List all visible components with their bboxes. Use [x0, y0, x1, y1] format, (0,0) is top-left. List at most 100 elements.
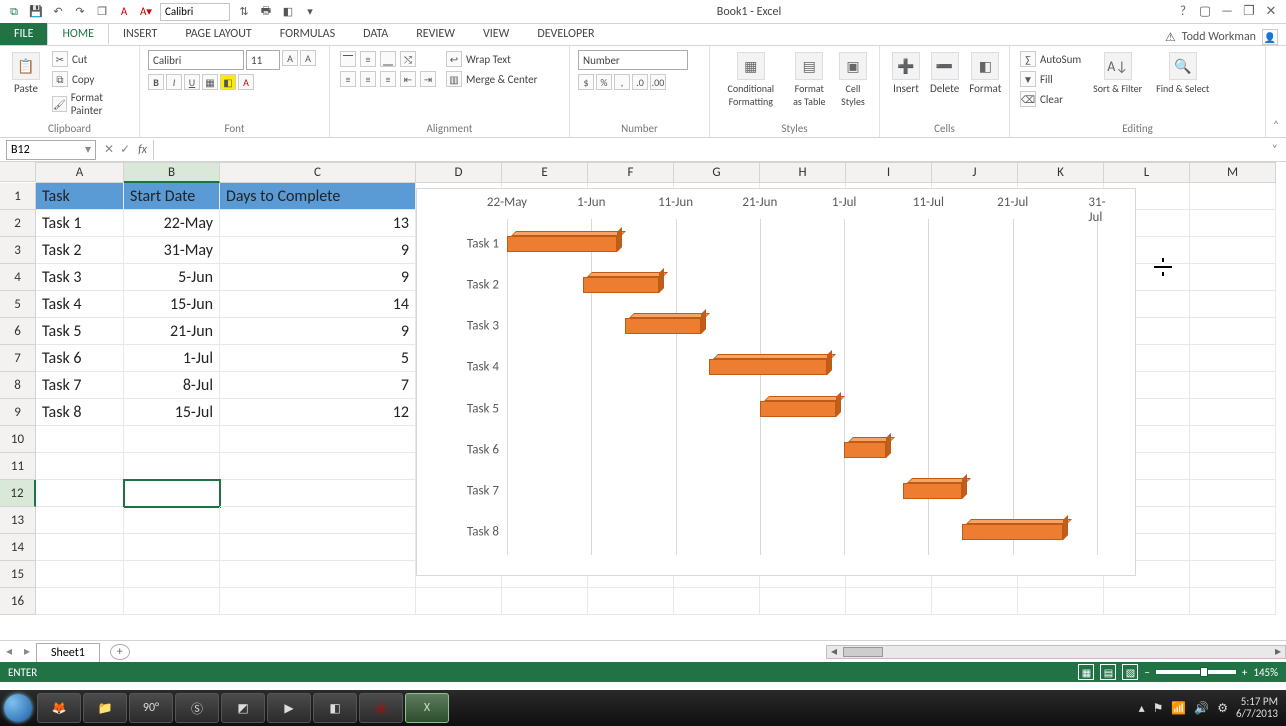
tab-review[interactable]: REVIEW — [402, 23, 469, 45]
tray-flag-icon[interactable]: ⚑ — [1153, 701, 1164, 716]
taskbar-skype[interactable]: Ⓢ — [175, 693, 219, 723]
bold-button[interactable]: B — [148, 74, 164, 90]
font-grow-icon[interactable]: A — [116, 4, 132, 20]
cell-M11[interactable] — [1190, 453, 1276, 480]
cell-C9[interactable]: 12 — [220, 399, 416, 426]
cell-C11[interactable] — [220, 453, 416, 480]
paste-button[interactable]: 📋Paste — [8, 50, 44, 97]
help-icon[interactable]: ? — [1174, 4, 1192, 19]
cell-M9[interactable] — [1190, 399, 1276, 426]
row-header-7[interactable]: 7 — [0, 345, 36, 372]
cell-A13[interactable] — [36, 507, 124, 534]
gantt-bar-task-4[interactable] — [709, 359, 827, 375]
align-top-icon[interactable]: ⎺ — [340, 51, 356, 67]
gantt-bar-task-8[interactable] — [962, 524, 1063, 540]
grow-font-icon[interactable]: A — [282, 50, 298, 66]
cell-M3[interactable] — [1190, 237, 1276, 264]
maximize-icon[interactable]: ❐ — [1240, 4, 1258, 19]
cell-M4[interactable] — [1190, 264, 1276, 291]
cell-M12[interactable] — [1190, 480, 1276, 507]
cell-M6[interactable] — [1190, 318, 1276, 345]
expand-formula-icon[interactable]: ˅ — [1264, 143, 1286, 157]
qat-print-icon[interactable]: 🖶 — [258, 4, 274, 20]
cell-M10[interactable] — [1190, 426, 1276, 453]
cell-B5[interactable]: 15-Jun — [124, 291, 220, 318]
cell-C10[interactable] — [220, 426, 416, 453]
col-header-G[interactable]: G — [674, 163, 760, 183]
col-header-L[interactable]: L — [1104, 163, 1190, 183]
view-normal-icon[interactable]: ▦ — [1078, 664, 1094, 680]
gantt-bar-task-6[interactable] — [844, 442, 886, 458]
add-sheet-button[interactable]: + — [110, 644, 130, 660]
taskbar-excel[interactable]: X — [405, 693, 449, 723]
zoom-out-icon[interactable]: − — [1144, 666, 1149, 679]
row-header-2[interactable]: 2 — [0, 210, 36, 237]
cell-M14[interactable] — [1190, 534, 1276, 561]
cell-B1[interactable]: Start Date — [124, 183, 220, 210]
user-account[interactable]: ⚠ Todd Workman 👤 — [1165, 29, 1286, 45]
format-as-table-button[interactable]: ▤Format as Table — [786, 50, 833, 110]
copy-button[interactable]: ⧉Copy — [50, 70, 131, 88]
font-size-combo[interactable]: 11 — [246, 50, 280, 70]
gantt-bar-task-2[interactable] — [583, 277, 659, 293]
undo-icon[interactable]: ↶ — [50, 4, 66, 20]
redo-icon[interactable]: ↷ — [72, 4, 88, 20]
cell-C12[interactable] — [220, 480, 416, 507]
merge-center-button[interactable]: ▥Merge & Center — [444, 70, 540, 88]
conditional-formatting-button[interactable]: ▦Conditional Formatting — [718, 50, 784, 110]
tab-data[interactable]: DATA — [349, 23, 402, 45]
cell-J16[interactable] — [932, 588, 1018, 615]
col-header-B[interactable]: B — [124, 163, 220, 183]
row-header-15[interactable]: 15 — [0, 561, 36, 588]
col-header-E[interactable]: E — [502, 163, 588, 183]
cell-B15[interactable] — [124, 561, 220, 588]
wrap-text-button[interactable]: ↩Wrap Text — [444, 50, 540, 68]
cell-C4[interactable]: 9 — [220, 264, 416, 291]
view-pagebreak-icon[interactable]: ▧ — [1122, 664, 1138, 680]
minimize-icon[interactable]: — — [1218, 4, 1236, 19]
align-right-icon[interactable]: ≡ — [380, 71, 396, 87]
percent-icon[interactable]: % — [596, 74, 612, 90]
row-header-10[interactable]: 10 — [0, 426, 36, 453]
cell-A11[interactable] — [36, 453, 124, 480]
cell-M7[interactable] — [1190, 345, 1276, 372]
cell-A14[interactable] — [36, 534, 124, 561]
find-select-button[interactable]: 🔍Find & Select — [1152, 50, 1213, 97]
row-header-1[interactable]: 1 — [0, 183, 36, 210]
cell-C15[interactable] — [220, 561, 416, 588]
sheet-tab[interactable]: Sheet1 — [36, 643, 100, 662]
sort-filter-button[interactable]: A↓Sort & Filter — [1089, 50, 1146, 97]
cell-A1[interactable]: Task — [36, 183, 124, 210]
close-icon[interactable]: ✕ — [1262, 4, 1280, 19]
cell-B2[interactable]: 22-May — [124, 210, 220, 237]
inc-decimal-icon[interactable]: .0 — [632, 74, 648, 90]
sheet-nav-prev-icon[interactable]: ◂ — [0, 644, 18, 659]
sheet-nav-next-icon[interactable]: ▸ — [18, 644, 36, 659]
select-all-triangle[interactable] — [0, 162, 36, 182]
indent-inc-icon[interactable]: ⇥ — [420, 71, 436, 87]
gantt-chart[interactable]: 22-May1-Jun11-Jun21-Jun1-Jul11-Jul21-Jul… — [416, 188, 1136, 576]
row-header-5[interactable]: 5 — [0, 291, 36, 318]
cell-C5[interactable]: 14 — [220, 291, 416, 318]
cell-A6[interactable]: Task 5 — [36, 318, 124, 345]
cell-M13[interactable] — [1190, 507, 1276, 534]
gantt-bar-task-3[interactable] — [625, 318, 701, 334]
cell-A9[interactable]: Task 8 — [36, 399, 124, 426]
ribbon-options-icon[interactable]: ▢ — [1196, 4, 1214, 19]
cell-I16[interactable] — [846, 588, 932, 615]
fx-icon[interactable]: fx — [138, 143, 153, 157]
border-button[interactable]: ▦ — [202, 74, 218, 90]
cell-B9[interactable]: 15-Jul — [124, 399, 220, 426]
format-cells-button[interactable]: ◧Format — [965, 50, 1005, 97]
cell-A16[interactable] — [36, 588, 124, 615]
row-header-6[interactable]: 6 — [0, 318, 36, 345]
cell-B12[interactable] — [124, 480, 220, 507]
row-header-4[interactable]: 4 — [0, 264, 36, 291]
row-header-16[interactable]: 16 — [0, 588, 36, 615]
underline-button[interactable]: U — [184, 74, 200, 90]
taskbar-app2[interactable]: ▶ — [267, 693, 311, 723]
tray-settings-icon[interactable]: ⚙ — [1217, 701, 1228, 716]
align-middle-icon[interactable]: ≡ — [360, 51, 376, 67]
file-tab[interactable]: FILE — [0, 23, 47, 45]
cell-A5[interactable]: Task 4 — [36, 291, 124, 318]
